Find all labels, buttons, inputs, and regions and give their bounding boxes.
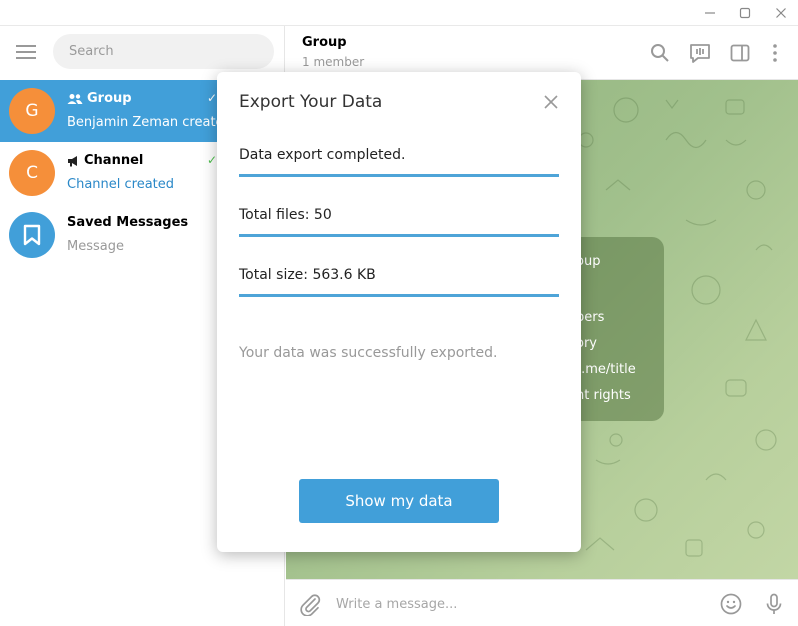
close-icon <box>776 8 786 18</box>
maximize-icon <box>739 7 751 19</box>
close-icon[interactable] <box>543 94 559 110</box>
total-size-row: Total size: 563.6 KB <box>239 255 559 297</box>
export-data-dialog: Export Your Data Data export completed. … <box>217 72 581 552</box>
export-status-text: Data export completed. <box>239 147 406 163</box>
window-titlebar <box>0 0 798 26</box>
total-files-row: Total files: 50 <box>239 195 559 237</box>
export-status-row: Data export completed. <box>239 135 559 177</box>
show-my-data-button[interactable]: Show my data <box>299 479 499 523</box>
total-size-text: Total size: 563.6 KB <box>239 267 376 283</box>
close-window-button[interactable] <box>764 0 798 26</box>
dialog-title: Export Your Data <box>239 92 383 112</box>
minimize-button[interactable] <box>693 0 727 26</box>
maximize-button[interactable] <box>728 0 762 26</box>
minimize-icon <box>705 12 715 14</box>
total-files-text: Total files: 50 <box>239 207 332 223</box>
export-success-note: Your data was successfully exported. <box>239 345 498 361</box>
